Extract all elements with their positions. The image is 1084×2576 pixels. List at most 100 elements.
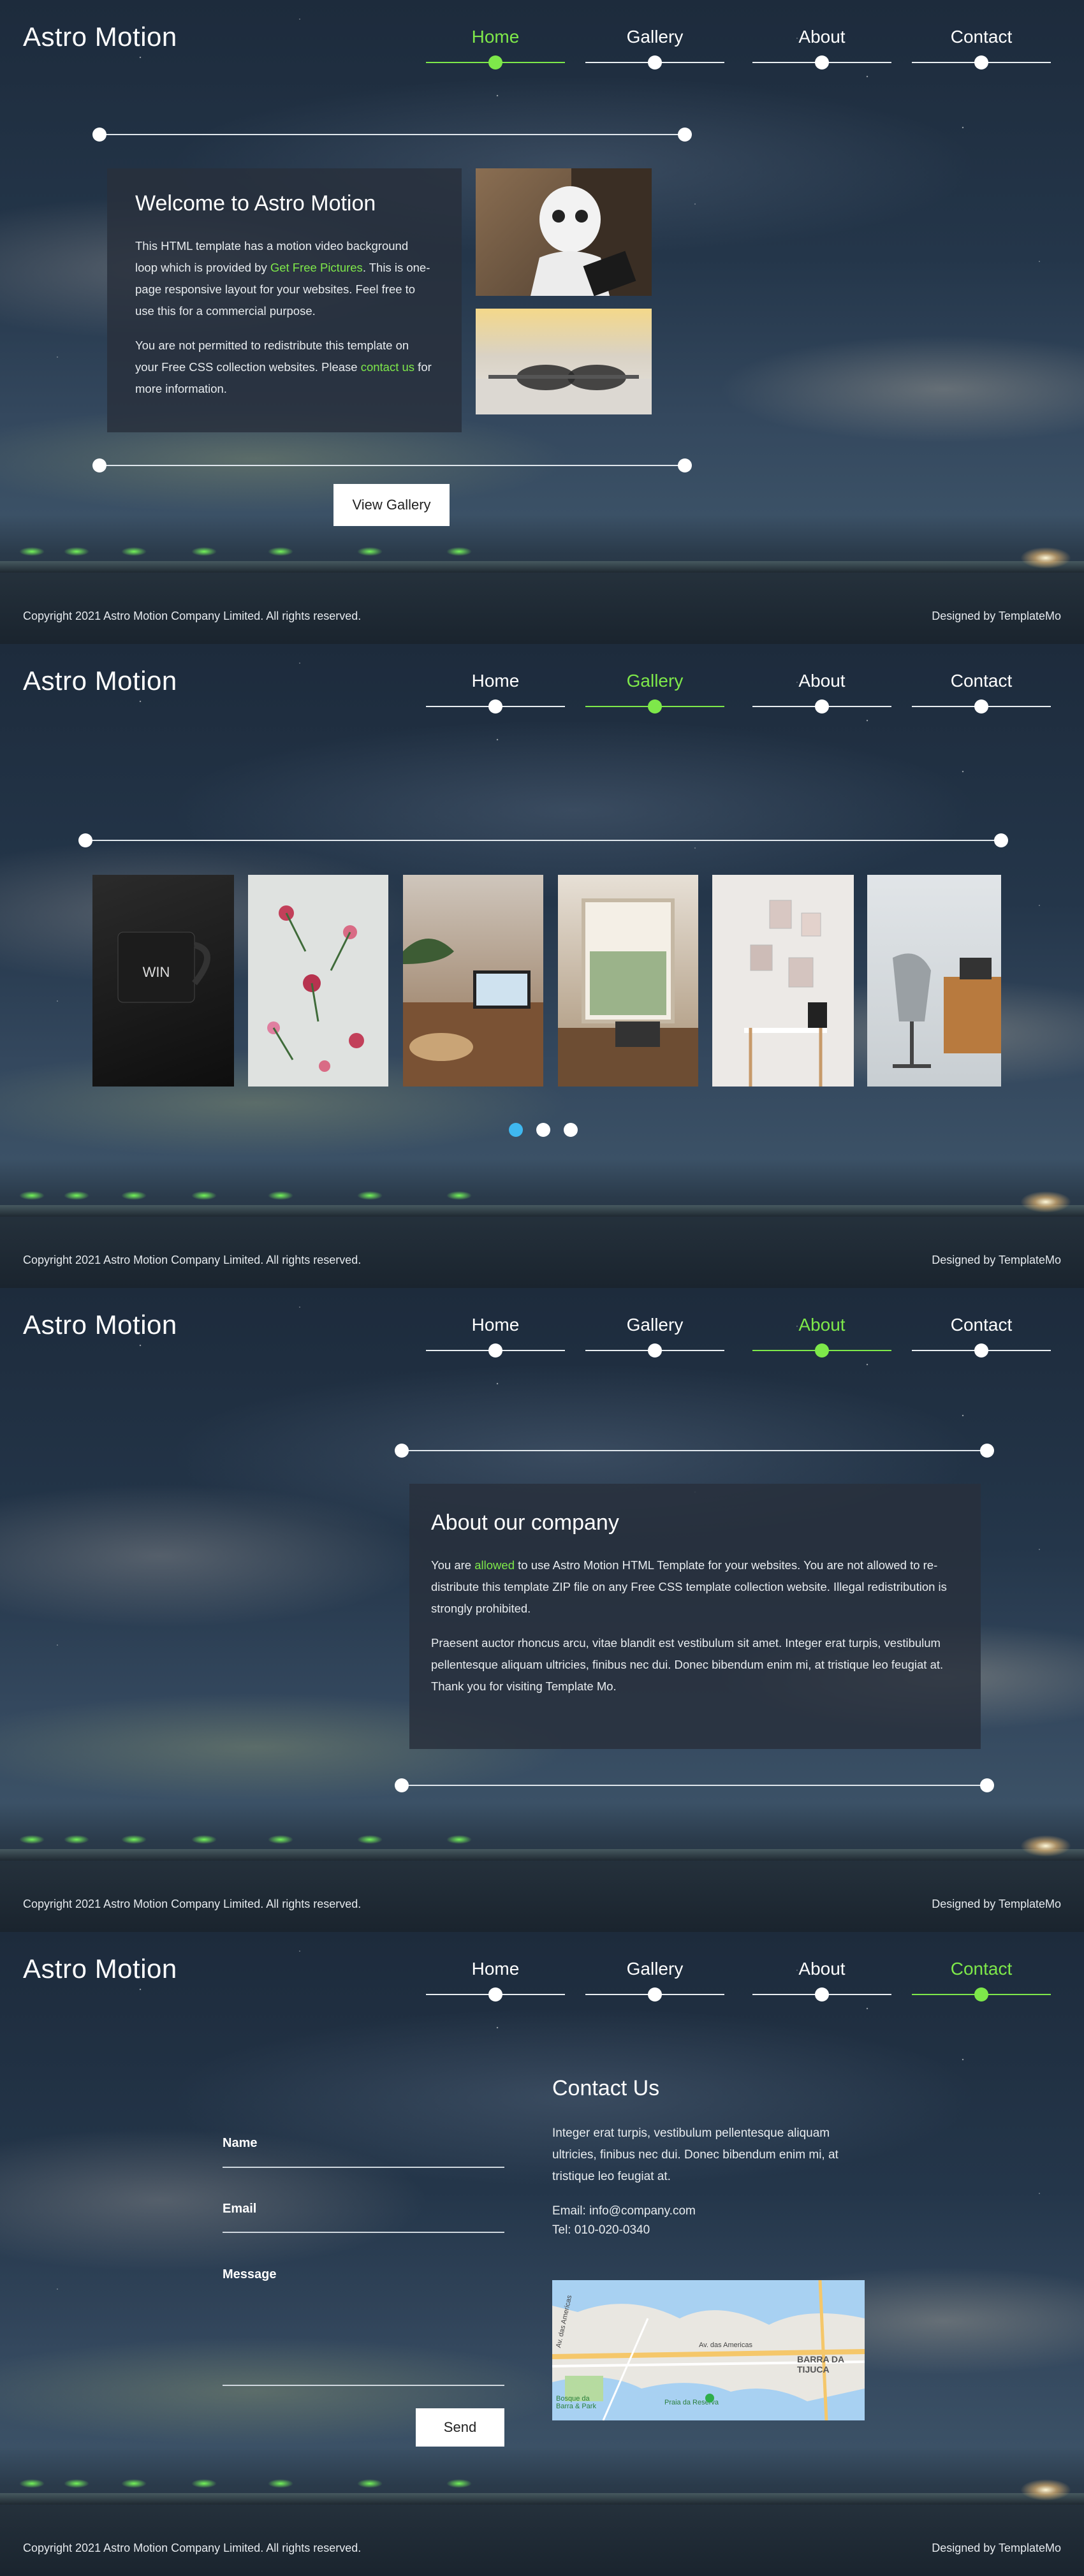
nav-home-label: Home	[471, 671, 520, 691]
brand-logo[interactable]: Astro Motion	[23, 1310, 177, 1340]
nav-about-label: About	[798, 27, 846, 47]
nav-contact[interactable]: Contact	[912, 1959, 1051, 2002]
map-pin-icon	[705, 2394, 714, 2403]
nav-dot	[648, 55, 662, 70]
nav-dot	[815, 1987, 829, 2002]
window-desk-illustration	[558, 898, 698, 1087]
send-button[interactable]: Send	[416, 2408, 504, 2447]
sun-glare	[1020, 1835, 1071, 1857]
brand-logo[interactable]: Astro Motion	[23, 1954, 177, 1984]
brand-logo[interactable]: Astro Motion	[23, 666, 177, 696]
nav-contact[interactable]: Contact	[912, 671, 1051, 714]
nav-home-label: Home	[471, 27, 520, 47]
designer-credit[interactable]: Designed by TemplateMo	[932, 610, 1061, 623]
email-underline	[223, 2232, 504, 2233]
main-nav: Home Gallery About Contact	[426, 27, 1064, 70]
welcome-panel: Welcome to Astro Motion This HTML templa…	[107, 168, 462, 432]
welcome-paragraph-1: This HTML template has a motion video ba…	[135, 235, 434, 322]
nav-about[interactable]: About	[752, 27, 891, 70]
nav-gallery[interactable]: Gallery	[585, 1315, 724, 1358]
message-textarea[interactable]	[223, 2287, 504, 2382]
email-label: Email	[223, 2202, 257, 2216]
contact-us-link[interactable]: contact us	[361, 360, 414, 374]
view-gallery-button[interactable]: View Gallery	[333, 484, 450, 526]
nav-contact-label: Contact	[950, 1959, 1013, 1979]
copyright-text: Copyright 2021 Astro Motion Company Limi…	[23, 1254, 362, 1266]
welcome-paragraph-2: You are not permitted to redistribute th…	[135, 335, 434, 400]
location-map[interactable]: BARRA DA TIJUCA Av. das Americas Av. das…	[552, 2280, 865, 2420]
nav-contact-label: Contact	[950, 671, 1013, 691]
nav-about-label: About	[798, 671, 846, 691]
nav-contact[interactable]: Contact	[912, 1315, 1051, 1358]
svg-text:WIN: WIN	[143, 964, 170, 980]
gallery-photo-window-desk[interactable]	[558, 875, 698, 1087]
gallery-page-dot-1[interactable]	[509, 1123, 523, 1137]
contact-email[interactable]: Email: info@company.com	[552, 2202, 852, 2221]
gallery-page-dot-2[interactable]	[536, 1123, 550, 1137]
nav-home[interactable]: Home	[426, 1959, 565, 2002]
gallery-photo-office[interactable]	[867, 875, 1001, 1087]
message-underline	[223, 2385, 504, 2386]
nav-home[interactable]: Home	[426, 671, 565, 714]
top-divider	[395, 1444, 994, 1458]
name-input[interactable]	[223, 2153, 504, 2178]
nav-dot	[815, 1343, 829, 1358]
shore-lights	[0, 2479, 1084, 2498]
gallery-photo-wall-frames[interactable]	[712, 875, 854, 1087]
map-district-label: BARRA DA TIJUCA	[797, 2354, 844, 2375]
main-nav: Home Gallery About Contact	[426, 1315, 1064, 1358]
nav-gallery[interactable]: Gallery	[585, 1959, 724, 2002]
about-paragraph-2: Praesent auctor rhoncus arcu, vitae blan…	[431, 1636, 944, 1693]
nav-dot	[974, 699, 988, 714]
nav-gallery-label: Gallery	[626, 671, 684, 691]
nav-contact-label: Contact	[950, 1315, 1013, 1335]
gallery-page-dot-3[interactable]	[564, 1123, 578, 1137]
glasses-illustration	[476, 365, 652, 414]
gallery-photo-mug[interactable]: WIN	[92, 875, 234, 1087]
designer-credit[interactable]: Designed by TemplateMo	[932, 1254, 1061, 1267]
gallery-photo-flowers[interactable]	[248, 875, 388, 1087]
copyright-text: Copyright 2021 Astro Motion Company Limi…	[23, 1898, 362, 1910]
top-divider	[92, 128, 692, 142]
designer-credit[interactable]: Designed by TemplateMo	[932, 2542, 1061, 2555]
nav-about[interactable]: About	[752, 671, 891, 714]
sea-background	[0, 571, 1084, 644]
sun-glare	[1020, 1191, 1071, 1213]
shore-lights	[0, 547, 1084, 566]
allowed-link[interactable]: allowed	[474, 1558, 515, 1572]
contact-section: Astro Motion Home Gallery About Contact …	[0, 1932, 1084, 2576]
about-paragraph-1: You are allowed to use Astro Motion HTML…	[431, 1555, 959, 1620]
text-span: You are	[431, 1558, 475, 1572]
nav-gallery[interactable]: Gallery	[585, 671, 724, 714]
nav-about[interactable]: About	[752, 1959, 891, 2002]
nav-home[interactable]: Home	[426, 1315, 565, 1358]
nav-about[interactable]: About	[752, 1315, 891, 1358]
bottom-divider	[92, 458, 692, 472]
nav-dot	[974, 1987, 988, 2002]
nav-gallery[interactable]: Gallery	[585, 27, 724, 70]
shore-lights	[0, 1835, 1084, 1854]
nav-about-label: About	[798, 1315, 846, 1335]
sun-glare	[1020, 2479, 1071, 2501]
name-label: Name	[223, 2136, 258, 2150]
contact-phone[interactable]: Tel: 010-020-0340	[552, 2221, 852, 2240]
mug-illustration: WIN	[117, 932, 210, 1003]
nav-contact[interactable]: Contact	[912, 27, 1051, 70]
brand-logo[interactable]: Astro Motion	[23, 22, 177, 52]
nav-dot	[974, 1343, 988, 1358]
contact-text: Integer erat turpis, vestibulum pellente…	[552, 2126, 839, 2183]
welcome-title: Welcome to Astro Motion	[135, 191, 376, 216]
designer-credit[interactable]: Designed by TemplateMo	[932, 1898, 1061, 1911]
sea-background	[0, 1859, 1084, 1932]
home-section: Astro Motion Home Gallery About Contact …	[0, 0, 1084, 644]
email-input[interactable]	[223, 2219, 504, 2242]
sea-background	[0, 2503, 1084, 2576]
main-nav: Home Gallery About Contact	[426, 1959, 1064, 2002]
sun-glare	[1020, 547, 1071, 569]
get-free-pictures-link[interactable]: Get Free Pictures	[270, 261, 363, 274]
gallery-photo-laptop-cafe[interactable]	[403, 875, 543, 1087]
nav-home[interactable]: Home	[426, 27, 565, 70]
office-illustration	[893, 953, 1001, 1068]
nav-dot	[648, 699, 662, 714]
nav-contact-label: Contact	[950, 27, 1013, 47]
